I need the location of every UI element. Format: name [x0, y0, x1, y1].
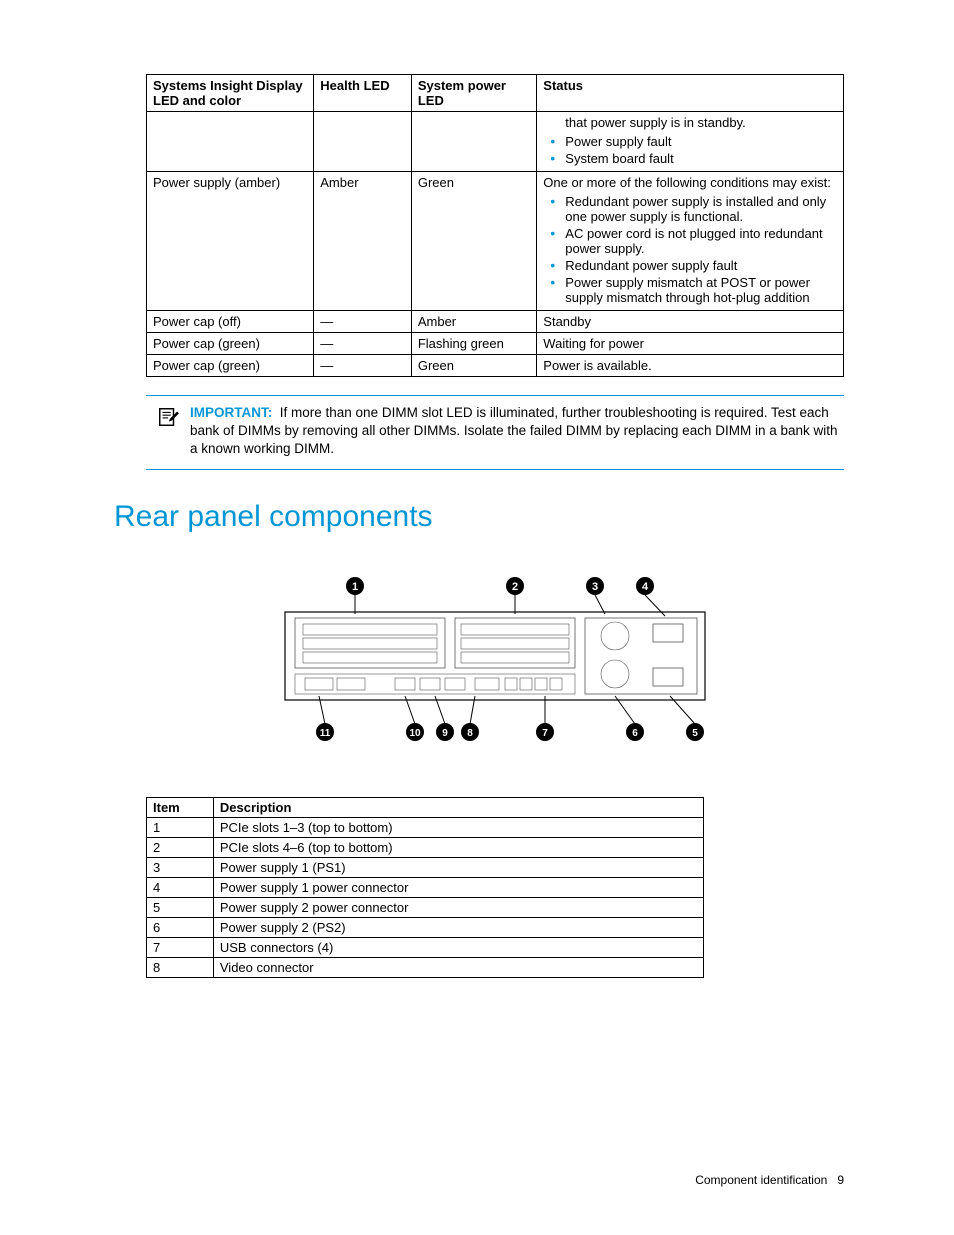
cell: PCIe slots 1–3 (top to bottom): [213, 817, 704, 837]
important-body: If more than one DIMM slot LED is illumi…: [190, 405, 838, 456]
table-row: 3Power supply 1 (PS1): [147, 857, 704, 877]
cell: USB connectors (4): [213, 937, 704, 957]
footer-section: Component identification: [695, 1173, 827, 1187]
cell: 4: [147, 877, 214, 897]
bullet: AC power cord is not plugged into redund…: [565, 226, 837, 256]
led-status-table: Systems Insight Display LED and color He…: [146, 74, 844, 377]
footer-page: 9: [837, 1173, 844, 1187]
cell: —: [314, 311, 412, 333]
section-heading: Rear panel components: [114, 500, 844, 534]
cell: 5: [147, 897, 214, 917]
note-icon: [146, 404, 190, 459]
bullet: Redundant power supply is installed and …: [565, 194, 837, 224]
cell: 2: [147, 837, 214, 857]
table-row: 1PCIe slots 1–3 (top to bottom): [147, 817, 704, 837]
table-row: that power supply is in standby. Power s…: [147, 112, 844, 172]
cell: 1: [147, 817, 214, 837]
important-label: IMPORTANT:: [190, 405, 272, 420]
cell: [314, 112, 412, 172]
callout-6: 6: [632, 728, 638, 739]
cell: Power supply 2 power connector: [213, 897, 704, 917]
table-row: 7USB connectors (4): [147, 937, 704, 957]
cell: Amber: [314, 172, 412, 311]
page: Systems Insight Display LED and color He…: [0, 0, 954, 1235]
cell: Power supply 2 (PS2): [213, 917, 704, 937]
status-text: that power supply is in standby.: [543, 115, 837, 130]
status-cell: Standby: [537, 311, 844, 333]
status-cell: that power supply is in standby. Power s…: [537, 112, 844, 172]
callout-4: 4: [642, 581, 649, 593]
callout-11: 11: [320, 728, 331, 739]
cell: Power cap (off): [147, 311, 314, 333]
table-row: 5Power supply 2 power connector: [147, 897, 704, 917]
table-row: Power supply (amber) Amber Green One or …: [147, 172, 844, 311]
cell: [411, 112, 536, 172]
cell: Flashing green: [411, 333, 536, 355]
table-row: 6Power supply 2 (PS2): [147, 917, 704, 937]
status-text: One or more of the following conditions …: [543, 175, 837, 190]
th-item: Item: [147, 797, 214, 817]
rear-panel-diagram: 1 2 3 4: [146, 574, 844, 747]
table-row: 8Video connector: [147, 957, 704, 977]
table-row: Power cap (off) — Amber Standby: [147, 311, 844, 333]
bullet: Power supply fault: [565, 134, 837, 149]
cell: Power cap (green): [147, 355, 314, 377]
cell: Amber: [411, 311, 536, 333]
th-health-led: Health LED: [314, 75, 412, 112]
table-row: 4Power supply 1 power connector: [147, 877, 704, 897]
cell: Power cap (green): [147, 333, 314, 355]
cell: Green: [411, 355, 536, 377]
callout-3: 3: [592, 581, 598, 593]
cell: [147, 112, 314, 172]
th-status: Status: [537, 75, 844, 112]
table-row: 2PCIe slots 4–6 (top to bottom): [147, 837, 704, 857]
callout-7: 7: [542, 728, 548, 739]
callout-5: 5: [692, 728, 698, 739]
callout-1: 1: [352, 581, 358, 593]
table-row: Power cap (green) — Green Power is avail…: [147, 355, 844, 377]
status-cell: Waiting for power: [537, 333, 844, 355]
important-note: IMPORTANT: If more than one DIMM slot LE…: [146, 395, 844, 470]
bullet: Redundant power supply fault: [565, 258, 837, 273]
important-text: IMPORTANT: If more than one DIMM slot LE…: [190, 404, 844, 459]
cell: 3: [147, 857, 214, 877]
cell: Video connector: [213, 957, 704, 977]
rear-panel-items-table: Item Description 1PCIe slots 1–3 (top to…: [146, 797, 704, 978]
th-sid-led: Systems Insight Display LED and color: [147, 75, 314, 112]
cell: Power supply 1 power connector: [213, 877, 704, 897]
cell: —: [314, 333, 412, 355]
cell: Green: [411, 172, 536, 311]
th-description: Description: [213, 797, 704, 817]
callout-9: 9: [442, 728, 448, 739]
cell: 7: [147, 937, 214, 957]
table-row: Power cap (green) — Flashing green Waiti…: [147, 333, 844, 355]
bullet: System board fault: [565, 151, 837, 166]
page-footer: Component identification 9: [695, 1173, 844, 1187]
callout-8: 8: [467, 728, 473, 739]
status-cell: Power is available.: [537, 355, 844, 377]
cell: 6: [147, 917, 214, 937]
cell: PCIe slots 4–6 (top to bottom): [213, 837, 704, 857]
status-cell: One or more of the following conditions …: [537, 172, 844, 311]
cell: —: [314, 355, 412, 377]
callout-10: 10: [409, 728, 421, 739]
callout-2: 2: [512, 581, 518, 593]
cell: Power supply (amber): [147, 172, 314, 311]
cell: 8: [147, 957, 214, 977]
th-system-power: System power LED: [411, 75, 536, 112]
bullet: Power supply mismatch at POST or power s…: [565, 275, 837, 305]
cell: Power supply 1 (PS1): [213, 857, 704, 877]
